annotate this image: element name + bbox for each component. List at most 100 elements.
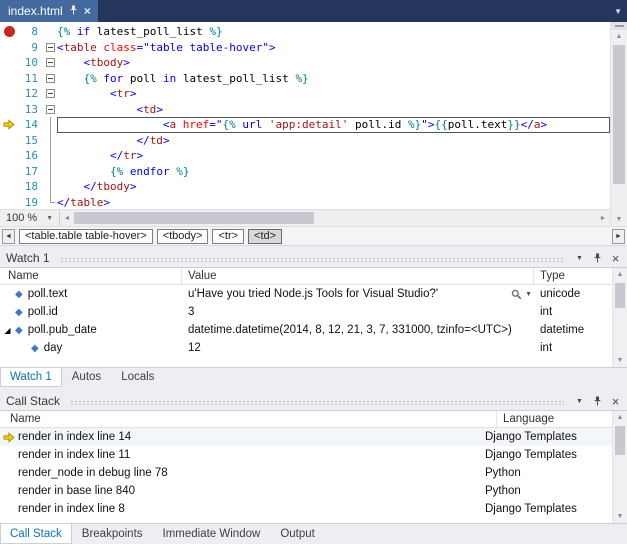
column-header-type[interactable]: Type — [534, 268, 612, 284]
pin-icon[interactable] — [69, 4, 78, 18]
stack-frame-row[interactable]: render in index line 14Django Templates — [0, 428, 612, 446]
horizontal-scroll-thumb[interactable] — [74, 212, 314, 224]
pin-icon[interactable] — [590, 251, 605, 265]
scroll-down-icon[interactable]: ▼ — [613, 354, 627, 367]
fold-margin[interactable] — [44, 55, 57, 71]
breadcrumb-item-tbody[interactable]: <tbody> — [157, 229, 209, 244]
collapse-region-icon[interactable] — [46, 43, 55, 52]
code-text[interactable]: </td> — [57, 133, 610, 149]
breadcrumb-right-icon[interactable]: ► — [612, 229, 625, 244]
stack-frame-row[interactable]: render_node in debug line 78Python — [0, 464, 612, 482]
expander-icon[interactable]: ◢ — [0, 326, 15, 335]
window-position-icon[interactable]: ▼ — [572, 394, 587, 408]
indicator-margin[interactable] — [0, 71, 18, 87]
fold-margin[interactable] — [44, 24, 57, 40]
tab-immediate-window[interactable]: Immediate Window — [153, 524, 271, 544]
watch-name-cell[interactable]: ◆day — [0, 342, 182, 354]
magnifier-icon[interactable] — [511, 289, 522, 300]
call-stack-vertical-scrollbar[interactable]: ▲ ▼ — [612, 411, 627, 523]
vertical-scroll-track[interactable] — [611, 43, 627, 213]
fold-margin[interactable] — [44, 133, 57, 149]
fold-margin[interactable] — [44, 102, 57, 118]
scroll-right-icon[interactable]: ► — [596, 210, 610, 226]
close-icon[interactable]: × — [608, 251, 623, 265]
stack-frame-row[interactable]: render in index line 11Django Templates — [0, 446, 612, 464]
chevron-down-icon[interactable]: ▼ — [525, 291, 532, 298]
fold-margin[interactable] — [44, 71, 57, 87]
vertical-scroll-thumb[interactable] — [615, 426, 625, 455]
tab-output[interactable]: Output — [270, 524, 325, 544]
indicator-margin[interactable] — [0, 179, 18, 195]
vertical-scroll-thumb[interactable] — [613, 45, 625, 184]
breadcrumb-left-icon[interactable]: ◄ — [2, 229, 15, 244]
watch-value-cell[interactable]: datetime.datetime(2014, 8, 12, 21, 3, 7,… — [182, 324, 534, 336]
column-header-language[interactable]: Language — [497, 411, 612, 427]
collapse-region-icon[interactable] — [46, 58, 55, 67]
watch-name-cell[interactable]: ◆poll.id — [0, 306, 182, 318]
fold-margin[interactable] — [44, 148, 57, 164]
watch-row[interactable]: ◆day12int — [0, 339, 612, 357]
tab-autos[interactable]: Autos — [62, 368, 111, 387]
indicator-margin[interactable] — [0, 148, 18, 164]
code-area[interactable]: 8{% if latest_poll_list %}9<table class=… — [0, 22, 610, 210]
code-text[interactable]: <table class="table table-hover"> — [57, 40, 610, 56]
watch-value-cell[interactable]: 12 — [182, 342, 534, 354]
call-stack-title-bar[interactable]: Call Stack ▼ × — [0, 392, 627, 410]
indicator-margin[interactable] — [0, 24, 18, 40]
breadcrumb-item-table[interactable]: <table.table table-hover> — [19, 229, 153, 244]
stack-frame-row[interactable]: render in index line 8Django Templates — [0, 500, 612, 518]
fold-margin[interactable] — [44, 179, 57, 195]
indicator-margin[interactable] — [0, 133, 18, 149]
watch-name-cell[interactable]: ◆poll.text — [0, 288, 182, 300]
scroll-up-icon[interactable]: ▲ — [613, 411, 627, 424]
zoom-control[interactable]: 100 % ▼ — [0, 210, 60, 226]
fold-margin[interactable] — [44, 195, 57, 211]
breadcrumb-item-tr[interactable]: <tr> — [212, 229, 244, 244]
tab-watch-1[interactable]: Watch 1 — [0, 368, 62, 387]
watch-row[interactable]: ◆poll.textu'Have you tried Node.js Tools… — [0, 285, 612, 303]
editor-vertical-scrollbar[interactable]: ▲ ▼ — [610, 22, 627, 226]
column-header-name[interactable]: Name — [0, 268, 182, 284]
indicator-margin[interactable] — [0, 86, 18, 102]
tab-locals[interactable]: Locals — [111, 368, 164, 387]
vertical-scroll-thumb[interactable] — [615, 283, 625, 308]
scroll-down-icon[interactable]: ▼ — [613, 510, 627, 523]
code-text[interactable]: {% for poll in latest_poll_list %} — [57, 71, 610, 87]
scroll-down-icon[interactable]: ▼ — [611, 213, 627, 226]
code-text[interactable]: <tbody> — [57, 55, 610, 71]
collapse-region-icon[interactable] — [46, 89, 55, 98]
indicator-margin[interactable] — [0, 40, 18, 56]
document-tab-index-html[interactable]: index.html × — [0, 0, 98, 22]
value-visualizer[interactable]: ▼ — [511, 289, 534, 300]
fold-margin[interactable] — [44, 117, 57, 133]
indicator-margin[interactable] — [0, 117, 18, 133]
close-icon[interactable]: × — [608, 394, 623, 408]
breadcrumb-item-td[interactable]: <td> — [248, 229, 282, 244]
fold-margin[interactable] — [44, 40, 57, 56]
watch-value-cell[interactable]: 3 — [182, 306, 534, 318]
indicator-margin[interactable] — [0, 195, 18, 211]
close-icon[interactable]: × — [84, 5, 91, 17]
window-position-icon[interactable]: ▼ — [572, 251, 587, 265]
scroll-up-icon[interactable]: ▲ — [611, 30, 627, 43]
breakpoint-icon[interactable] — [4, 26, 15, 37]
collapse-region-icon[interactable] — [46, 105, 55, 114]
watch-title-bar[interactable]: Watch 1 ▼ × — [0, 249, 627, 267]
code-text[interactable]: <a href="{% url 'app:detail' poll.id %}"… — [57, 117, 610, 133]
code-text[interactable]: </tbody> — [57, 179, 610, 195]
horizontal-scroll-track[interactable] — [74, 210, 596, 226]
stack-frame-row[interactable]: render in base line 840Python — [0, 482, 612, 500]
watch-name-cell[interactable]: ◢◆poll.pub_date — [0, 324, 182, 336]
document-list-dropdown[interactable]: ▼ — [614, 0, 627, 22]
scroll-left-icon[interactable]: ◄ — [60, 210, 74, 226]
code-text[interactable]: </table> — [57, 195, 610, 211]
tab-call-stack[interactable]: Call Stack — [0, 524, 72, 544]
column-header-name[interactable]: Name — [0, 411, 497, 427]
tab-breakpoints[interactable]: Breakpoints — [72, 524, 153, 544]
pin-icon[interactable] — [590, 394, 605, 408]
indicator-margin[interactable] — [0, 164, 18, 180]
indicator-margin[interactable] — [0, 102, 18, 118]
code-text[interactable]: <tr> — [57, 86, 610, 102]
splitter-grip-icon[interactable] — [611, 22, 627, 30]
fold-margin[interactable] — [44, 164, 57, 180]
